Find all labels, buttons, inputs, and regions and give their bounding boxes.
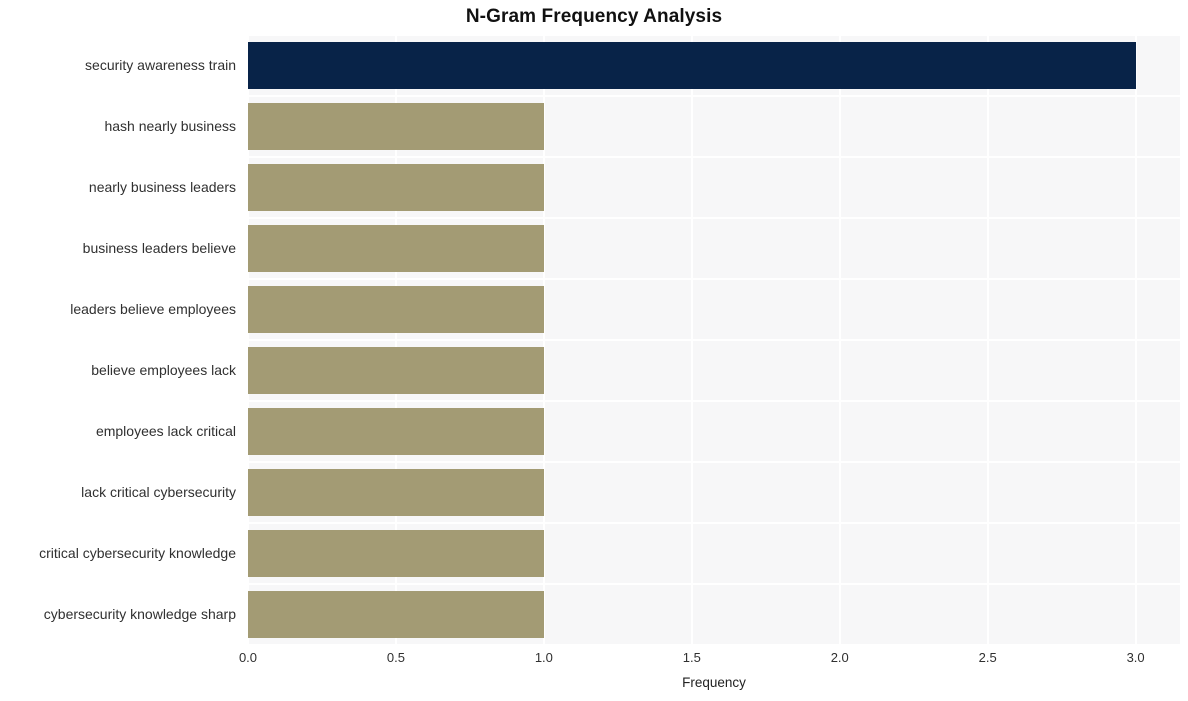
y-axis-labels: security awareness train hash nearly busi… (0, 0, 240, 701)
y-axis-tick-label: nearly business leaders (88, 178, 236, 195)
x-axis-tick-label: 0.5 (386, 650, 405, 665)
y-axis-tick-label: employees lack critical (95, 422, 236, 439)
y-axis-tick-label: leaders believe employees (70, 300, 236, 317)
gridline-horizontal (248, 522, 1180, 524)
y-axis-tick-label: cybersecurity knowledge sharp (43, 605, 236, 622)
bar[interactable] (248, 103, 544, 150)
y-axis-tick-label: security awareness train (85, 56, 236, 73)
x-axis-title: Frequency (682, 675, 746, 690)
gridline-horizontal (248, 400, 1180, 402)
bar[interactable] (248, 225, 544, 272)
y-axis-tick-label: business leaders believe (82, 239, 236, 256)
gridline-horizontal (248, 95, 1180, 97)
x-axis-tick-label: 1.0 (534, 650, 553, 665)
gridline-horizontal (248, 278, 1180, 280)
y-axis-tick-label: lack critical cybersecurity (81, 483, 236, 500)
gridline-horizontal (248, 644, 1180, 645)
chart-container: N-Gram Frequency Analysis security aware… (0, 0, 1188, 701)
bar[interactable] (248, 347, 544, 394)
bar[interactable] (248, 286, 544, 333)
x-axis-tick-label: 1.5 (682, 650, 701, 665)
y-axis-tick-label: hash nearly business (104, 117, 236, 134)
plot-area (248, 35, 1180, 645)
gridline-horizontal (248, 156, 1180, 158)
bar[interactable] (248, 530, 544, 577)
gridline-horizontal (248, 461, 1180, 463)
x-axis-tick-label: 2.0 (830, 650, 849, 665)
bar[interactable] (248, 591, 544, 638)
y-axis-tick-label: believe employees lack (91, 361, 236, 378)
gridline-horizontal (248, 217, 1180, 219)
x-axis-tick-label: 3.0 (1126, 650, 1145, 665)
bar[interactable] (248, 164, 544, 211)
x-axis-tick-label: 0.0 (238, 650, 258, 665)
gridline-horizontal (248, 339, 1180, 341)
x-axis-tick-label: 2.5 (978, 650, 997, 665)
y-axis-tick-label: critical cybersecurity knowledge (39, 544, 236, 561)
bar[interactable] (248, 42, 1136, 89)
bar[interactable] (248, 408, 544, 455)
bar[interactable] (248, 469, 544, 516)
gridline-horizontal (248, 583, 1180, 585)
gridline-horizontal (248, 35, 1180, 36)
